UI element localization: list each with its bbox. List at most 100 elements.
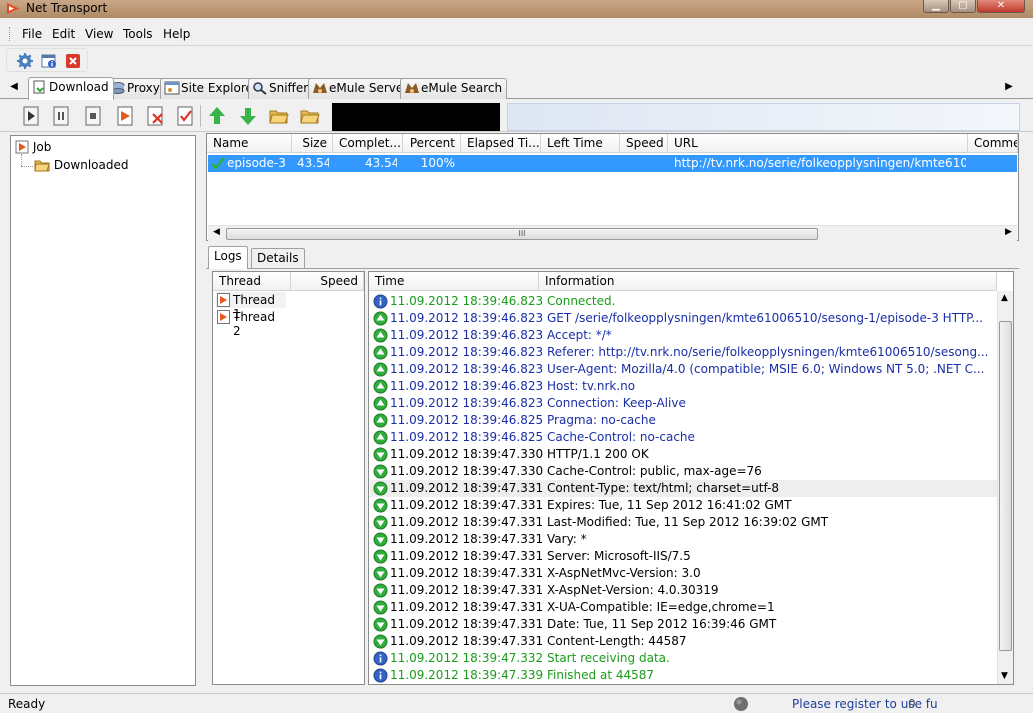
column-header-left-time[interactable]: Left Time xyxy=(541,134,620,153)
column-header-completed[interactable]: Complet... xyxy=(333,134,403,153)
column-header-name[interactable]: Name xyxy=(207,134,292,153)
column-header-url[interactable]: URL xyxy=(668,134,968,153)
log-row[interactable]: 11.09.2012 18:39:47.332 Start receiving d… xyxy=(370,650,997,667)
tree-item-downloaded[interactable]: Downloaded xyxy=(34,158,128,172)
tree-connector xyxy=(21,166,33,167)
log-row[interactable]: 11.09.2012 18:39:46.823 Connection: Keep-… xyxy=(370,395,997,412)
log-time: 11.09.2012 18:39:46.823 xyxy=(390,311,544,325)
column-header-elapsed[interactable]: Elapsed Ti... xyxy=(461,134,541,153)
log-row[interactable]: 11.09.2012 18:39:47.331 Vary: * xyxy=(370,531,997,548)
log-row[interactable]: 11.09.2012 18:39:46.823 Referer: http://t… xyxy=(370,344,997,361)
download-toolbar xyxy=(0,100,1033,132)
log-row[interactable]: 11.09.2012 18:39:46.825 Pragma: no-cache xyxy=(370,412,997,429)
log-row[interactable]: 11.09.2012 18:39:47.331 X-AspNet-Version:… xyxy=(370,582,997,599)
scroll-left-arrow[interactable]: ◀ xyxy=(213,227,220,237)
log-time: 11.09.2012 18:39:47.331 xyxy=(390,532,544,546)
download-row[interactable]: episode-3 43.54 43.54 100% http://tv.nrk… xyxy=(208,155,1017,172)
start-button[interactable] xyxy=(18,103,44,129)
log-row[interactable]: 11.09.2012 18:39:46.825 Cache-Control: no… xyxy=(370,429,997,446)
log-row[interactable]: 11.09.2012 18:39:47.331 Server: Microsoft… xyxy=(370,548,997,565)
minimize-button[interactable]: ▁ xyxy=(923,0,949,13)
column-header-thread[interactable]: Thread xyxy=(213,272,291,291)
register-link[interactable]: Please register to use fu xyxy=(792,697,938,711)
emule-search-icon xyxy=(405,83,419,93)
log-row[interactable]: 11.09.2012 18:39:47.331 X-UA-Compatible: … xyxy=(370,599,997,616)
maximize-button[interactable]: ▢ xyxy=(950,0,976,13)
log-row[interactable]: 11.09.2012 18:39:47.330 HTTP/1.1 200 OK xyxy=(370,446,997,463)
tab-sniffer-label: Sniffer xyxy=(269,81,309,95)
tab-emule-search[interactable]: eMule Search xyxy=(400,78,508,99)
tab-details[interactable]: Details xyxy=(251,248,305,268)
log-information: Last-Modified: Tue, 11 Sep 2012 16:39:02… xyxy=(547,515,829,529)
arrow-down-icon xyxy=(240,108,256,125)
tab-emule-server[interactable]: eMule Server xyxy=(308,78,414,99)
log-row[interactable]: 11.09.2012 18:39:46.823 User-Agent: Mozil… xyxy=(370,361,997,378)
log-row[interactable]: 11.09.2012 18:39:47.330 Cache-Control: pu… xyxy=(370,463,997,480)
menu-help[interactable]: Help xyxy=(163,27,190,41)
pause-button[interactable] xyxy=(48,103,74,129)
download-completed: 43.54 xyxy=(365,156,397,170)
menu-edit[interactable]: Edit xyxy=(52,27,75,41)
column-header-information[interactable]: Information xyxy=(539,272,997,291)
column-header-percent[interactable]: Percent xyxy=(403,134,461,153)
thread-row[interactable]: Thread 2 xyxy=(216,309,286,338)
log-row[interactable]: 11.09.2012 18:39:47.339 Finished at 44587 xyxy=(370,667,997,684)
tab-scroll-left-button[interactable]: ◀ xyxy=(8,81,20,92)
stop-button[interactable] xyxy=(80,103,106,129)
check-button[interactable] xyxy=(172,103,198,129)
close-window-button[interactable]: ✕ xyxy=(977,0,1025,13)
column-header-size[interactable]: Size xyxy=(292,134,333,153)
menu-file[interactable]: File xyxy=(22,27,42,41)
column-header-thread-speed[interactable]: Speed xyxy=(291,272,364,291)
scroll-down-arrow[interactable]: ▼ xyxy=(1001,671,1008,681)
scrollbar-thumb[interactable] xyxy=(999,321,1012,651)
tree-item-downloaded-label: Downloaded xyxy=(53,158,129,172)
log-row[interactable]: 11.09.2012 18:39:47.331 Expires: Tue, 11 … xyxy=(370,497,997,514)
tab-proxy[interactable]: Proxy xyxy=(106,78,165,99)
log-time: 11.09.2012 18:39:46.823 xyxy=(390,328,544,342)
log-time: 11.09.2012 18:39:46.825 xyxy=(390,430,544,444)
folder-button[interactable] xyxy=(297,103,323,129)
scroll-right-arrow[interactable]: ▶ xyxy=(1005,227,1012,237)
menu-grip[interactable] xyxy=(9,27,12,41)
tab-download[interactable]: Download xyxy=(28,77,114,100)
log-row[interactable]: 11.09.2012 18:39:46.823 Host: tv.nrk.no xyxy=(370,378,997,395)
tab-sniffer[interactable]: Sniffer xyxy=(248,78,314,99)
app-logo-icon xyxy=(7,3,19,14)
arrow-up-icon xyxy=(373,379,388,394)
exit-icon[interactable] xyxy=(65,53,81,69)
about-icon[interactable] xyxy=(41,53,57,69)
open-folder-button[interactable] xyxy=(266,103,292,129)
menu-tools[interactable]: Tools xyxy=(123,27,153,41)
log-vscrollbar[interactable]: ▲ ▼ xyxy=(997,291,1013,684)
log-row[interactable]: 11.09.2012 18:39:47.331 X-AspNetMvc-Versi… xyxy=(370,565,997,582)
tab-scroll-right-button[interactable]: ▶ xyxy=(1003,81,1015,92)
column-header-speed[interactable]: Speed xyxy=(620,134,668,153)
tab-logs[interactable]: Logs xyxy=(208,246,248,269)
log-row[interactable]: 11.09.2012 18:39:46.823 Connected. xyxy=(370,293,997,310)
delete-button[interactable] xyxy=(142,103,168,129)
log-row[interactable]: 11.09.2012 18:39:47.331 Content-Length: 4… xyxy=(370,633,997,650)
thread-row[interactable]: Thread 1 xyxy=(216,292,286,321)
download-list-hscrollbar[interactable]: ◀ III ▶ xyxy=(208,225,1017,241)
log-row[interactable]: 11.09.2012 18:39:46.823 GET /serie/folkeo… xyxy=(370,310,997,327)
tree-item-job[interactable]: Job xyxy=(15,140,51,154)
arrow-down-icon xyxy=(373,549,388,564)
gear-icon[interactable] xyxy=(17,53,33,69)
arrow-down-icon xyxy=(373,617,388,632)
log-row[interactable]: 11.09.2012 18:39:47.331 Last-Modified: Tu… xyxy=(370,514,997,531)
log-row[interactable]: 11.09.2012 18:39:46.823 Accept: */* xyxy=(370,327,997,344)
scrollbar-thumb[interactable]: III xyxy=(226,228,818,240)
log-row[interactable]: 11.09.2012 18:39:47.331 Content-Type: tex… xyxy=(370,480,997,497)
log-time: 11.09.2012 18:39:47.331 xyxy=(390,566,544,580)
column-header-comment[interactable]: Comme xyxy=(968,134,1018,153)
new-download-button[interactable] xyxy=(112,103,138,129)
column-header-time[interactable]: Time xyxy=(369,272,539,291)
move-up-button[interactable] xyxy=(204,103,230,129)
log-row[interactable]: 11.09.2012 18:39:47.331 Date: Tue, 11 Sep… xyxy=(370,616,997,633)
scroll-up-arrow[interactable]: ▲ xyxy=(1001,293,1008,303)
move-down-button[interactable] xyxy=(235,103,261,129)
arrow-down-icon xyxy=(373,464,388,479)
arrow-up-icon xyxy=(373,413,388,428)
menu-view[interactable]: View xyxy=(85,27,113,41)
